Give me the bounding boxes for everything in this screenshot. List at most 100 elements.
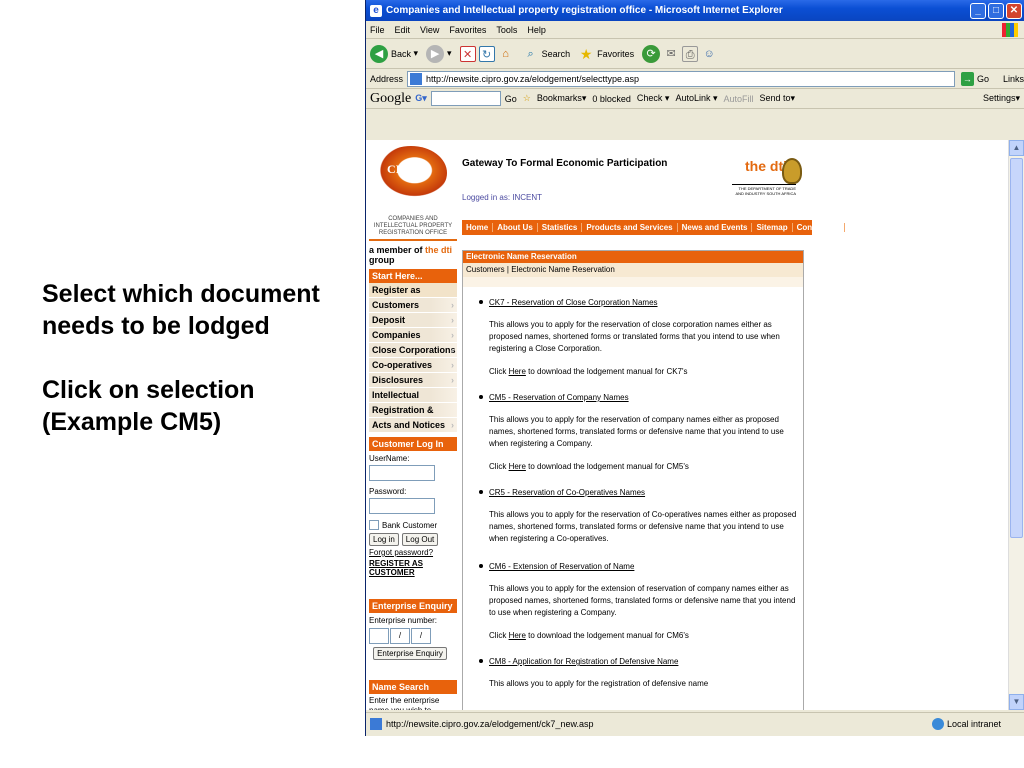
slide-instruction: Click on selection (Example CM5) <box>42 376 255 436</box>
bank-customer-label: Bank Customer <box>382 520 438 530</box>
back-button[interactable]: ◀ Back ▾ <box>370 44 418 63</box>
send-to-button[interactable]: Send to▾ <box>760 93 796 104</box>
messenger-icon[interactable]: ☺ <box>701 46 717 62</box>
popup-blocked[interactable]: 0 blocked <box>592 94 631 104</box>
password-input[interactable] <box>369 498 435 514</box>
ck7-here-link[interactable]: Here <box>509 367 526 376</box>
nav-products-services[interactable]: Products and Services <box>582 223 678 232</box>
menu-file[interactable]: File <box>370 25 385 35</box>
search-button[interactable]: ⌕ Search <box>523 46 570 62</box>
slide-text: Select which document needs to be lodged… <box>42 278 352 470</box>
nav-about-us[interactable]: About Us <box>493 223 538 232</box>
enterprise-number-fields: / / <box>369 628 457 644</box>
bank-customer-checkbox[interactable]: Bank Customer <box>369 520 457 530</box>
enterprise-year-input[interactable] <box>369 628 389 644</box>
ck7-download-text: to download the lodgement manual for CK7… <box>525 367 688 376</box>
sidebar-item-deposit[interactable]: Deposit <box>369 313 457 328</box>
address-value: http://newsite.cipro.gov.za/elodgement/s… <box>426 73 639 84</box>
security-zone: Local intranet <box>931 717 1001 730</box>
list-item-cm8: CM8 - Application for Registration of De… <box>463 656 803 690</box>
nav-contact-us[interactable]: Contact US <box>793 223 845 232</box>
cm5-link[interactable]: CM5 - Reservation of Company Names <box>489 393 629 402</box>
register-customer-link[interactable]: REGISTER AS CUSTOMER <box>369 559 457 577</box>
enterprise-number-input[interactable]: / <box>390 628 410 644</box>
menu-help[interactable]: Help <box>527 25 546 35</box>
member-prefix: a member of <box>369 245 426 255</box>
scroll-up-icon[interactable]: ▲ <box>1009 140 1024 156</box>
sidebar-item-close-corporations[interactable]: Close Corporations <box>369 343 457 358</box>
back-arrow-icon: ◀ <box>370 44 388 63</box>
sidebar-item-registration-forms[interactable]: Registration & Forms <box>369 403 457 431</box>
nav-news-events[interactable]: News and Events <box>678 223 753 232</box>
menu-tools[interactable]: Tools <box>496 25 517 35</box>
settings-button[interactable]: Settings▾ <box>983 93 1020 104</box>
checkbox-box <box>369 520 379 530</box>
nav-help[interactable]: Help <box>845 223 870 232</box>
sidebar-item-acts-notices[interactable]: Acts and Notices <box>369 418 457 433</box>
vertical-scrollbar[interactable]: ▲ ▼ <box>1008 140 1024 710</box>
sidebar-item-disclosures[interactable]: Disclosures <box>369 373 457 388</box>
click-text: Click <box>489 367 509 376</box>
cm6-download: Click Here to download the lodgement man… <box>489 631 803 640</box>
menu-bar: File Edit View Favorites Tools Help <box>366 21 1024 39</box>
forgot-password-link[interactable]: Forgot password? <box>369 548 457 557</box>
sidebar-item-register[interactable]: Register as customer <box>369 283 457 309</box>
back-label: Back <box>391 48 412 59</box>
forward-button[interactable]: ▶ ▾ <box>426 44 452 63</box>
stop-icon[interactable]: ✕ <box>459 45 476 62</box>
cm6-here-link[interactable]: Here <box>509 631 526 640</box>
login-buttons: Log in Log Out <box>369 533 457 546</box>
login-button[interactable]: Log in <box>369 533 399 546</box>
bookmarks-button[interactable]: Bookmarks▾ <box>537 93 587 104</box>
minimize-button[interactable]: _ <box>970 2 986 19</box>
spell-check-button[interactable]: Check ▾ <box>637 93 670 104</box>
cr5-description: This allows you to apply for the reserva… <box>489 510 797 543</box>
start-here-heading: Start Here... <box>369 269 457 283</box>
scroll-down-icon[interactable]: ▼ <box>1009 694 1024 710</box>
address-input[interactable]: http://newsite.cipro.gov.za/elodgement/s… <box>407 70 955 87</box>
cm8-link[interactable]: CM8 - Application for Registration of De… <box>489 657 678 666</box>
favorites-button[interactable]: ★ Favorites <box>578 46 634 62</box>
nav-statistics[interactable]: Statistics <box>538 223 583 232</box>
history-icon[interactable]: ⟳ <box>642 44 661 63</box>
enterprise-enquiry-button[interactable]: Enterprise Enquiry <box>373 647 447 660</box>
maximize-button[interactable]: □ <box>988 2 1004 19</box>
list-item-cm5: CM5 - Reservation of Company Names This … <box>463 392 803 471</box>
mail-icon[interactable]: ✉ <box>663 46 679 62</box>
google-g-icon[interactable]: G▾ <box>415 93 427 104</box>
autofill-button[interactable]: AutoFill <box>723 94 753 104</box>
sidebar-item-co-operatives[interactable]: Co-operatives <box>369 358 457 373</box>
menu-view[interactable]: View <box>420 25 439 35</box>
ck7-link[interactable]: CK7 - Reservation of Close Corporation N… <box>489 298 658 307</box>
menu-favorites[interactable]: Favorites <box>449 25 486 35</box>
refresh-icon[interactable]: ↻ <box>478 45 495 62</box>
content-panel: Electronic Name Reservation Customers | … <box>462 250 804 710</box>
autolink-button[interactable]: AutoLink ▾ <box>675 93 717 104</box>
click-text: Click <box>489 462 509 471</box>
logout-button[interactable]: Log Out <box>401 533 439 546</box>
go-button[interactable]: Go <box>977 74 989 84</box>
username-input[interactable] <box>369 465 435 481</box>
cr5-link[interactable]: CR5 - Reservation of Co-Operatives Names <box>489 488 645 497</box>
menu-edit[interactable]: Edit <box>395 25 411 35</box>
google-go-button[interactable]: Go <box>505 94 517 104</box>
scroll-thumb[interactable] <box>1010 158 1023 538</box>
enterprise-type-input[interactable]: / <box>411 628 431 644</box>
sidebar-item-customers[interactable]: Customers <box>369 298 457 313</box>
cm6-link[interactable]: CM6 - Extension of Reservation of Name <box>489 562 634 571</box>
close-button[interactable]: ✕ <box>1006 2 1022 19</box>
sidebar-item-intellectual-property[interactable]: Intellectual Property <box>369 388 457 416</box>
cm5-here-link[interactable]: Here <box>509 462 526 471</box>
home-icon[interactable]: ⌂ <box>498 46 514 62</box>
google-search-input[interactable] <box>430 91 501 106</box>
links-button[interactable]: Links <box>1003 74 1024 84</box>
nav-home[interactable]: Home <box>462 223 494 232</box>
status-url: http://newsite.cipro.gov.za/elodgement/c… <box>386 718 594 729</box>
go-arrow-icon[interactable]: → <box>960 71 974 86</box>
sidebar-item-companies[interactable]: Companies <box>369 328 457 343</box>
cipro-logo-name: CIPRO <box>387 162 426 176</box>
nav-sitemap[interactable]: Sitemap <box>752 223 793 232</box>
print-icon[interactable]: ⎙ <box>682 45 699 62</box>
title-bar: e Companies and Intellectual property re… <box>366 0 1024 21</box>
enterprise-enquiry-heading: Enterprise Enquiry <box>369 599 457 613</box>
